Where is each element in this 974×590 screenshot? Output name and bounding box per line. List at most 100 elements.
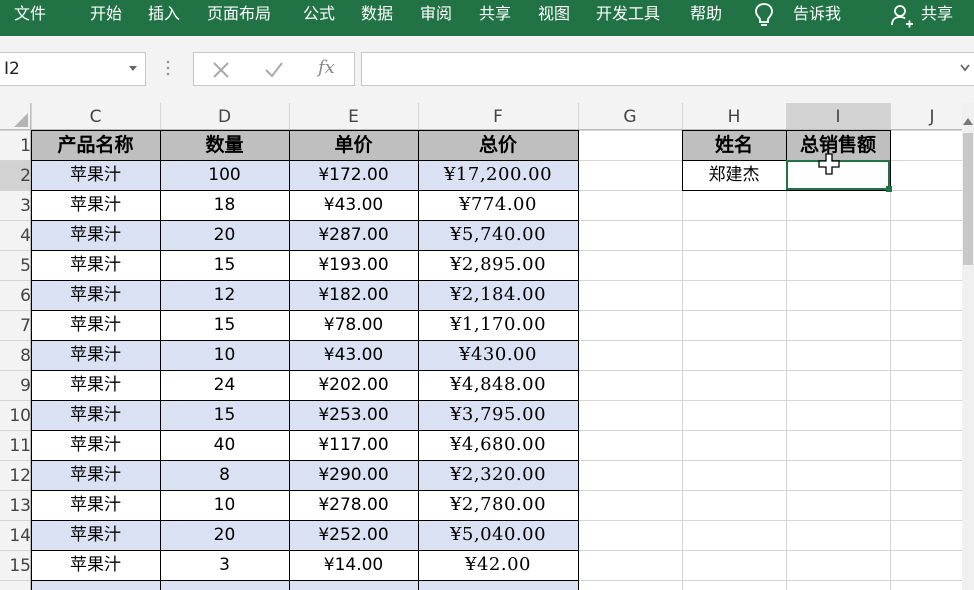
product-name-cell[interactable]: 苹果汁	[31, 550, 160, 580]
total-price-cell[interactable]: ¥5,040.00	[418, 520, 578, 550]
lightbulb-icon[interactable]	[753, 2, 775, 28]
row-header-11[interactable]: 11	[0, 430, 31, 460]
column-header-H[interactable]: H	[682, 103, 786, 130]
quantity-cell[interactable]: 20	[160, 520, 289, 550]
unit-price-cell[interactable]: ¥202.00	[289, 370, 418, 400]
name-box[interactable]: I2	[0, 52, 146, 86]
total-price-cell[interactable]: ¥4,680.00	[418, 430, 578, 460]
total-price-cell[interactable]: ¥2,895.00	[418, 250, 578, 280]
quantity-cell[interactable]: 8	[160, 460, 289, 490]
unit-price-cell[interactable]: ¥193.00	[289, 250, 418, 280]
row-header-6[interactable]: 6	[0, 280, 31, 310]
product-name-cell[interactable]: 苹果汁	[31, 400, 160, 430]
column-header-G[interactable]: G	[578, 103, 682, 130]
quantity-cell[interactable]: 15	[160, 310, 289, 340]
product-name-cell[interactable]: 苹果汁	[31, 310, 160, 340]
product-name-cell[interactable]: 苹果汁	[31, 250, 160, 280]
ribbon-menu-3[interactable]: 页面布局	[207, 4, 271, 24]
product-name-cell[interactable]: 苹果汁	[31, 190, 160, 220]
ribbon-menu-4[interactable]: 公式	[303, 4, 335, 24]
row-header-12[interactable]: 12	[0, 460, 31, 490]
table-header-cell[interactable]: 数量	[160, 130, 289, 160]
product-name-cell[interactable]: 苹果汁	[31, 370, 160, 400]
row-header-3[interactable]: 3	[0, 190, 31, 220]
ribbon-menu-5[interactable]: 数据	[361, 4, 393, 24]
product-name-cell[interactable]: 苹果汁	[31, 340, 160, 370]
share-button[interactable]: 共享	[921, 4, 953, 24]
enter-check-icon[interactable]	[264, 61, 284, 79]
table-header-cell[interactable]: 单价	[289, 130, 418, 160]
lookup-name-cell[interactable]: 郑建杰	[682, 160, 786, 190]
total-price-cell[interactable]: ¥42.00	[418, 550, 578, 580]
row-header-8[interactable]: 8	[0, 340, 31, 370]
row-header-14[interactable]: 14	[0, 520, 31, 550]
total-price-cell[interactable]: ¥3,795.00	[418, 400, 578, 430]
row-header-4[interactable]: 4	[0, 220, 31, 250]
column-header-D[interactable]: D	[160, 103, 289, 130]
unit-price-cell[interactable]: ¥117.00	[289, 430, 418, 460]
unit-price-cell[interactable]: ¥172.00	[289, 160, 418, 190]
product-name-cell[interactable]: 苹果汁	[31, 280, 160, 310]
ribbon-menu-9[interactable]: 开发工具	[596, 4, 660, 24]
total-price-cell[interactable]: ¥774.00	[418, 190, 578, 220]
tell-me-search[interactable]: 告诉我	[793, 4, 841, 24]
quantity-cell[interactable]: 12	[160, 280, 289, 310]
column-header-J[interactable]: J	[890, 103, 974, 130]
total-price-cell[interactable]: ¥5,740.00	[418, 220, 578, 250]
ribbon-menu-0[interactable]: 文件	[14, 4, 46, 24]
total-price-cell[interactable]: ¥4,848.00	[418, 370, 578, 400]
product-name-cell[interactable]: 苹果汁	[31, 460, 160, 490]
total-price-cell[interactable]: ¥1,170.00	[418, 310, 578, 340]
chevron-down-icon[interactable]	[129, 66, 137, 71]
row-header-13[interactable]: 13	[0, 490, 31, 520]
unit-price-cell[interactable]: ¥43.00	[289, 340, 418, 370]
unit-price-cell[interactable]: ¥252.00	[289, 520, 418, 550]
column-header-C[interactable]: C	[31, 103, 160, 130]
product-name-cell[interactable]: 苹果汁	[31, 520, 160, 550]
more-options-icon[interactable]	[166, 59, 170, 77]
total-price-cell[interactable]: ¥2,184.00	[418, 280, 578, 310]
quantity-cell[interactable]: 15	[160, 400, 289, 430]
product-name-cell[interactable]: 苹果汁	[31, 160, 160, 190]
row-header-1[interactable]: 1	[0, 130, 31, 160]
product-name-cell[interactable]: 苹果汁	[31, 490, 160, 520]
quantity-cell[interactable]: 18	[160, 190, 289, 220]
column-header-F[interactable]: F	[418, 103, 578, 130]
row-header-5[interactable]: 5	[0, 250, 31, 280]
total-price-cell[interactable]: ¥430.00	[418, 340, 578, 370]
ribbon-menu-8[interactable]: 视图	[538, 4, 570, 24]
quantity-cell[interactable]: 3	[160, 550, 289, 580]
column-header-I[interactable]: I	[786, 103, 890, 130]
unit-price-cell[interactable]: ¥253.00	[289, 400, 418, 430]
quantity-cell[interactable]: 20	[160, 220, 289, 250]
row-header-15[interactable]: 15	[0, 550, 31, 580]
unit-price-cell[interactable]: ¥182.00	[289, 280, 418, 310]
ribbon-menu-2[interactable]: 插入	[148, 4, 180, 24]
ribbon-menu-7[interactable]: 共享	[479, 4, 511, 24]
product-name-cell[interactable]: 苹果汁	[31, 430, 160, 460]
insert-function-fx-icon[interactable]: fx	[318, 57, 335, 78]
unit-price-cell[interactable]: ¥287.00	[289, 220, 418, 250]
row-header-2[interactable]: 2	[0, 160, 31, 190]
ribbon-menu-6[interactable]: 审阅	[420, 4, 452, 24]
product-name-cell[interactable]: 苹果汁	[31, 220, 160, 250]
ribbon-menu-1[interactable]: 开始	[90, 4, 122, 24]
ribbon-menu-10[interactable]: 帮助	[690, 4, 722, 24]
cancel-icon[interactable]	[212, 61, 230, 79]
total-price-cell[interactable]: ¥17,200.00	[418, 160, 578, 190]
total-price-cell[interactable]: ¥2,320.00	[418, 460, 578, 490]
quantity-cell[interactable]: 10	[160, 490, 289, 520]
table-header-cell[interactable]: 产品名称	[31, 130, 160, 160]
total-price-cell[interactable]: ¥2,780.00	[418, 490, 578, 520]
row-header-9[interactable]: 9	[0, 370, 31, 400]
quantity-cell[interactable]: 15	[160, 250, 289, 280]
unit-price-cell[interactable]: ¥14.00	[289, 550, 418, 580]
quantity-cell[interactable]: 40	[160, 430, 289, 460]
unit-price-cell[interactable]: ¥290.00	[289, 460, 418, 490]
row-header-10[interactable]: 10	[0, 400, 31, 430]
row-header-7[interactable]: 7	[0, 310, 31, 340]
unit-price-cell[interactable]: ¥278.00	[289, 490, 418, 520]
unit-price-cell[interactable]: ¥43.00	[289, 190, 418, 220]
formula-input[interactable]	[361, 52, 974, 86]
lookup-header-name[interactable]: 姓名	[682, 130, 786, 160]
